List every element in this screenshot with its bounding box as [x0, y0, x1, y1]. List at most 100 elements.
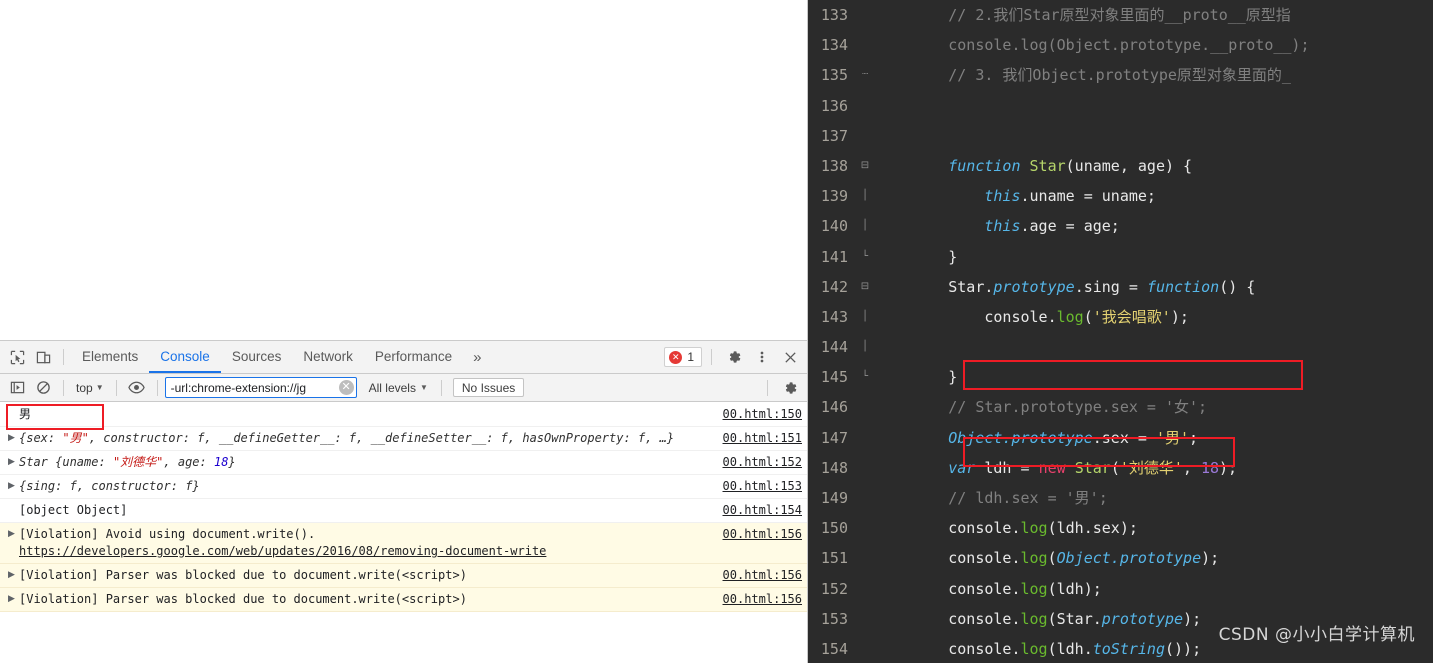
tab-network[interactable]: Network	[292, 341, 364, 373]
code-fold-marker-icon[interactable]: ⊟	[856, 272, 874, 302]
tab-performance[interactable]: Performance	[364, 341, 463, 373]
code-line: 140 │ this.age = age;	[808, 211, 1433, 241]
line-number: 154	[820, 639, 848, 658]
line-number: 148	[820, 458, 848, 477]
code-text: }	[948, 247, 958, 266]
code-text: console.log(ldh.sex);	[948, 519, 1138, 538]
console-row-source-link[interactable]: 00.html:152	[723, 454, 802, 471]
error-count-badge[interactable]: ✕ 1	[664, 347, 702, 367]
code-text: console.log(Object.prototype);	[948, 549, 1220, 568]
console-row-message: {sex: "男", constructor: f, __defineGette…	[19, 431, 675, 445]
inspect-element-icon[interactable]	[4, 344, 30, 370]
console-row[interactable]: ▶ [Violation] Parser was blocked due to d…	[0, 564, 807, 588]
clear-console-icon[interactable]	[30, 375, 56, 401]
console-filter-input[interactable]: -url:chrome-extension://jg ✕	[164, 377, 357, 398]
code-text: console.log(Object.prototype.__proto__);	[876, 36, 1310, 55]
code-line: 152 console.log(ldh);	[808, 574, 1433, 604]
toolbar-divider-2	[711, 349, 712, 365]
device-toolbar-icon[interactable]	[30, 344, 56, 370]
tab-sources[interactable]: Sources	[221, 341, 293, 373]
console-settings-gear-icon[interactable]	[777, 375, 803, 401]
code-text: var ldh = new Star('刘德华', 18);	[948, 458, 1238, 477]
filter-divider-1	[63, 379, 64, 396]
browser-window-left: Elements Console Sources Network Perform…	[0, 0, 808, 663]
code-line: 141 └ }	[808, 242, 1433, 272]
line-number: 144	[820, 338, 848, 357]
line-number: 152	[820, 579, 848, 598]
expand-arrow-icon[interactable]: ▶	[8, 430, 19, 447]
tab-network-label: Network	[303, 348, 353, 364]
line-number: 136	[820, 96, 848, 115]
code-fold-marker-icon[interactable]: │	[856, 302, 874, 332]
code-line: 151 console.log(Object.prototype);	[808, 543, 1433, 573]
expand-arrow-icon[interactable]: ▶	[8, 567, 19, 584]
code-line: 150 console.log(ldh.sex);	[808, 513, 1433, 543]
code-line: 145 └ }	[808, 362, 1433, 392]
tab-elements[interactable]: Elements	[71, 341, 149, 373]
expand-arrow-icon[interactable]: ▶	[8, 478, 19, 495]
console-row-source-link[interactable]: 00.html:156	[723, 591, 802, 608]
code-fold-marker-icon[interactable]: │	[856, 181, 874, 211]
tab-elements-label: Elements	[82, 348, 139, 364]
toolbar-divider	[63, 349, 64, 365]
line-number: 142	[820, 277, 848, 296]
line-number: 151	[820, 549, 848, 568]
expand-arrow-icon[interactable]: ▶	[8, 454, 19, 471]
code-fold-marker-icon[interactable]: ┈	[856, 60, 874, 90]
console-row-source-link[interactable]: 00.html:156	[723, 526, 802, 543]
console-row[interactable]: ▶ {sex: "男", constructor: f, __defineGett…	[0, 427, 807, 451]
console-row[interactable]: ▶ {sing: f, constructor: f} 00.html:153	[0, 475, 807, 499]
expand-arrow-icon[interactable]: ▶	[8, 591, 19, 608]
error-badge-icon: ✕	[669, 350, 683, 364]
console-row[interactable]: ▶男00.html:150	[0, 403, 807, 427]
chevron-down-icon-levels: ▼	[419, 383, 428, 392]
code-text: this.uname = uname;	[984, 187, 1156, 206]
console-row-source-link[interactable]: 00.html:151	[723, 430, 802, 447]
console-row[interactable]: ▶ Star {uname: "刘德华", age: 18} 00.html:152	[0, 451, 807, 475]
execution-context-selector[interactable]: top ▼	[71, 378, 109, 398]
close-icon[interactable]	[777, 344, 803, 370]
console-message-list[interactable]: ▶男00.html:150▶{sex: "男", constructor: f,…	[0, 403, 807, 663]
screenshot-root: Elements Console Sources Network Perform…	[0, 0, 1433, 663]
code-editor-panel[interactable]: 133 // 2.我们Star原型对象里面的__proto__原型指 134 co…	[808, 0, 1433, 663]
console-row[interactable]: ▶[object Object]00.html:154	[0, 499, 807, 523]
expand-arrow-icon[interactable]: ▶	[8, 526, 19, 543]
code-fold-marker-icon[interactable]: └	[856, 362, 874, 392]
code-text: console.log(ldh);	[948, 579, 1102, 598]
console-row-source-link[interactable]: 00.html:156	[723, 567, 802, 584]
code-line: 143 │ console.log('我会唱歌');	[808, 302, 1433, 332]
console-row-source-link[interactable]: 00.html:154	[723, 502, 802, 519]
code-line: 147 Object.prototype.sex = '男';	[808, 423, 1433, 453]
console-filter-value: -url:chrome-extension://jg	[170, 380, 306, 395]
line-number: 139	[820, 187, 848, 206]
code-fold-marker-icon[interactable]: │	[856, 211, 874, 241]
gear-icon[interactable]	[721, 344, 747, 370]
console-row-source-link[interactable]: 00.html:150	[723, 406, 802, 423]
code-text: }	[948, 368, 958, 387]
issues-button[interactable]: No Issues	[452, 378, 525, 397]
console-row-source-link[interactable]: 00.html:153	[723, 478, 802, 495]
code-text: console.log('我会唱歌');	[984, 307, 1189, 326]
code-fold-marker-icon[interactable]: ⊟	[856, 151, 874, 181]
more-tabs-chevron-icon[interactable]: »	[463, 341, 491, 373]
code-fold-marker-icon[interactable]: │	[856, 332, 874, 362]
console-row[interactable]: ▶ [Violation] Avoid using document.write(…	[0, 523, 807, 564]
line-number: 137	[820, 126, 848, 145]
code-fold-marker-icon[interactable]: └	[856, 242, 874, 272]
live-expression-icon[interactable]	[124, 375, 150, 401]
tab-console[interactable]: Console	[149, 341, 221, 373]
tab-performance-label: Performance	[374, 348, 453, 364]
console-row-message: [Violation] Avoid using document.write()…	[19, 527, 547, 558]
issues-label: No Issues	[461, 380, 516, 395]
console-sidebar-icon[interactable]	[4, 375, 30, 401]
line-number: 138	[820, 156, 848, 175]
code-lines-container: 133 // 2.我们Star原型对象里面的__proto__原型指 134 co…	[808, 0, 1433, 663]
log-level-selector[interactable]: All levels ▼	[363, 378, 434, 398]
clear-filter-icon[interactable]: ✕	[338, 380, 354, 395]
console-row[interactable]: ▶ [Violation] Parser was blocked due to d…	[0, 588, 807, 612]
code-line: 133 // 2.我们Star原型对象里面的__proto__原型指	[808, 0, 1433, 30]
more-options-icon[interactable]	[749, 344, 775, 370]
line-number: 143	[820, 307, 848, 326]
code-text: // ldh.sex = '男';	[876, 489, 1108, 507]
line-number: 134	[820, 36, 848, 55]
